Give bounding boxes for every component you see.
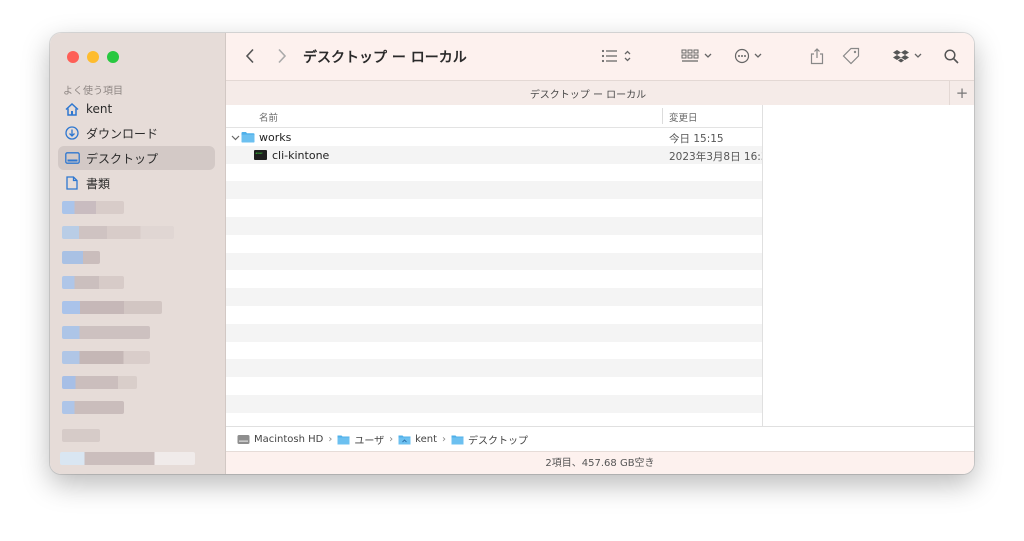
path-crumb-macintosh-hd[interactable]: Macintosh HD	[237, 434, 323, 445]
back-button[interactable]	[240, 45, 260, 67]
zoom-button[interactable]	[107, 51, 119, 63]
column-divider[interactable]	[662, 108, 663, 124]
file-name: cli-kintone	[272, 148, 330, 162]
empty-row	[226, 394, 762, 413]
share-icon	[810, 47, 824, 64]
empty-row	[226, 359, 762, 378]
sidebar: よく使う項目 kent ダウンロード デスクトップ 書類	[50, 33, 226, 474]
tag-icon	[842, 47, 860, 65]
status-bar: 2項目、457.68 GB空き	[226, 451, 974, 474]
group-button[interactable]	[680, 45, 716, 67]
sidebar-item-downloads[interactable]: ダウンロード	[58, 121, 215, 145]
home-folder-icon	[398, 435, 411, 445]
empty-row	[226, 216, 762, 235]
path-separator: ›	[389, 434, 394, 445]
path-crumb-label: Macintosh HD	[254, 434, 324, 445]
document-icon	[64, 175, 80, 191]
file-row-works[interactable]: works 今日 15:15	[226, 128, 762, 146]
folder-icon	[337, 435, 350, 445]
download-icon	[64, 125, 80, 141]
path-separator: ›	[328, 434, 333, 445]
sidebar-item-desktop[interactable]: デスクトップ	[58, 146, 215, 170]
path-crumb-label: デスクトップ	[468, 436, 529, 447]
sidebar-item-label: 書類	[86, 176, 111, 191]
sidebar-item-kent[interactable]: kent	[58, 97, 215, 121]
minimize-button[interactable]	[87, 51, 99, 63]
path-crumb-users[interactable]: ユーザ	[337, 432, 384, 447]
sidebar-heading-favorites: よく使う項目	[63, 86, 123, 97]
sidebar-item-label: デスクトップ	[86, 151, 159, 166]
tag-button[interactable]	[839, 45, 863, 67]
toolbar: デスクトップ ー ローカル	[226, 33, 974, 80]
empty-row	[226, 235, 762, 253]
empty-row	[226, 288, 762, 306]
view-mode-button[interactable]	[600, 45, 636, 67]
window-controls	[67, 51, 119, 63]
home-icon	[64, 101, 80, 117]
empty-row	[226, 306, 762, 324]
tab-bar: デスクトップ ー ローカル +	[226, 80, 974, 106]
finder-window: よく使う項目 kent ダウンロード デスクトップ 書類 デスクトップ ー ロー…	[50, 33, 974, 474]
file-list: 名前 変更日 works 今日 15:15 exec cli-kintone 2…	[226, 105, 762, 426]
preview-pane	[762, 105, 974, 426]
search-icon	[943, 48, 959, 64]
column-modified[interactable]: 変更日	[669, 110, 698, 124]
svg-text:exec: exec	[256, 151, 263, 155]
executable-icon: exec	[254, 149, 267, 163]
empty-row	[226, 252, 762, 271]
empty-row	[226, 164, 762, 182]
disclosure-chevron-icon[interactable]	[231, 132, 240, 145]
file-date: 2023年3月8日 16:3	[669, 150, 762, 163]
chevron-right-icon	[278, 48, 287, 64]
group-grid-icon	[681, 49, 712, 62]
action-menu-button[interactable]	[732, 45, 768, 67]
close-button[interactable]	[67, 51, 79, 63]
path-bar: Macintosh HD › ユーザ › kent › デスクトップ	[226, 426, 974, 452]
empty-row	[226, 270, 762, 288]
path-crumb-label: ユーザ	[354, 436, 385, 447]
folder-icon	[241, 131, 255, 146]
path-crumb-label: kent	[415, 434, 438, 445]
file-rows: works 今日 15:15 exec cli-kintone 2023年3月8…	[226, 128, 762, 413]
empty-row	[226, 181, 762, 200]
file-date: 今日 15:15	[669, 133, 724, 145]
tab-desktop[interactable]: デスクトップ ー ローカル	[226, 86, 950, 101]
chevron-left-icon	[245, 48, 254, 64]
column-header: 名前 変更日	[226, 105, 762, 128]
path-separator: ›	[442, 434, 447, 445]
new-tab-button[interactable]: +	[949, 81, 974, 105]
ellipsis-circle-icon	[734, 48, 762, 64]
column-name[interactable]: 名前	[259, 110, 278, 124]
sidebar-item-label: kent	[86, 102, 113, 116]
folder-icon	[451, 435, 464, 445]
search-button[interactable]	[940, 45, 962, 67]
list-view-icon	[601, 49, 631, 63]
path-crumb-desktop[interactable]: デスクトップ	[451, 432, 528, 447]
share-button[interactable]	[806, 45, 828, 67]
desktop-icon	[64, 150, 80, 166]
dropbox-icon	[893, 50, 922, 63]
file-name: works	[259, 131, 292, 144]
empty-row	[226, 323, 762, 342]
forward-button[interactable]	[272, 45, 292, 67]
sidebar-item-documents[interactable]: 書類	[58, 171, 215, 195]
empty-row	[226, 199, 762, 217]
window-title: デスクトップ ー ローカル	[303, 50, 467, 66]
empty-row	[226, 342, 762, 360]
path-crumb-kent[interactable]: kent	[398, 434, 437, 445]
dropbox-button[interactable]	[892, 45, 926, 67]
empty-row	[226, 377, 762, 395]
file-row-cli-kintone[interactable]: exec cli-kintone 2023年3月8日 16:3	[226, 145, 762, 164]
sidebar-item-label: ダウンロード	[86, 126, 159, 141]
hard-drive-icon	[237, 435, 250, 444]
